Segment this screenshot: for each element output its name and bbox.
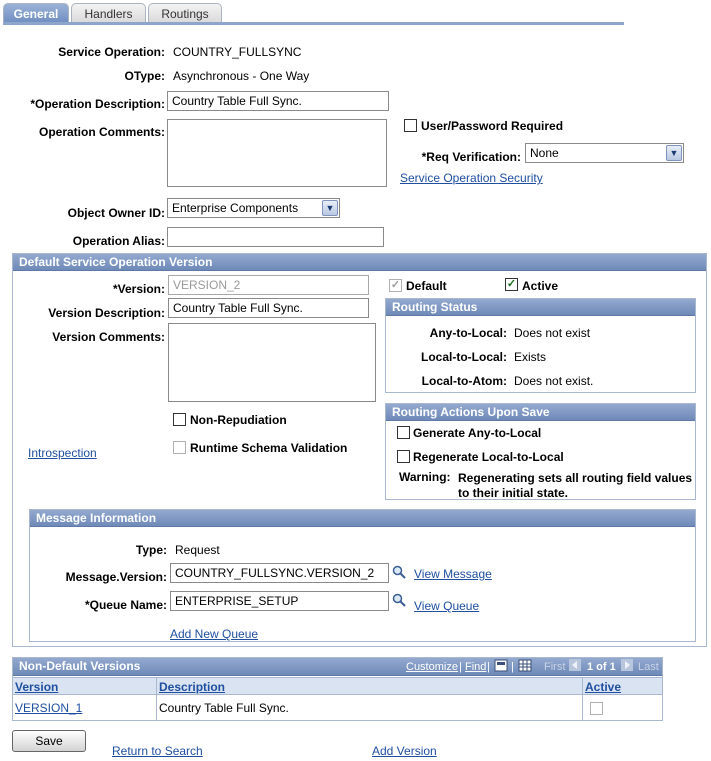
non-default-versions-title: Non-Default Versions xyxy=(19,659,141,673)
version-comments-textarea[interactable] xyxy=(168,323,376,402)
version-label: *Version: xyxy=(112,282,165,296)
queue-name-label: *Queue Name: xyxy=(84,598,167,612)
view-message-link[interactable]: View Message xyxy=(414,567,492,581)
req-verification-label: *Req Verification: xyxy=(421,150,521,164)
non-repudiation-label: Non-Repudiation xyxy=(190,413,287,427)
runtime-schema-validation-checkbox xyxy=(173,441,186,454)
last-label: Last xyxy=(638,661,659,673)
tab-handlers[interactable]: Handlers xyxy=(71,3,146,24)
warning-label: Warning: xyxy=(399,470,451,484)
service-operation-label: Service Operation: xyxy=(58,45,165,59)
column-header-description[interactable]: Description xyxy=(159,680,225,694)
object-owner-select[interactable]: Enterprise Components ▼ xyxy=(167,198,340,218)
active-label: Active xyxy=(522,279,559,293)
operation-comments-textarea[interactable] xyxy=(167,119,387,187)
chevron-down-icon: ▼ xyxy=(666,145,682,161)
otype-label: OType: xyxy=(124,69,165,83)
row-description: Country Table Full Sync. xyxy=(159,701,289,715)
pipe-separator: | xyxy=(459,661,462,673)
view-all-icon[interactable] xyxy=(494,659,508,672)
local-to-local-value: Exists xyxy=(514,350,547,364)
search-icon[interactable] xyxy=(392,593,406,607)
grid-divider xyxy=(156,677,157,720)
req-verification-select[interactable]: None ▼ xyxy=(525,143,684,163)
save-button[interactable]: Save xyxy=(12,730,86,752)
runtime-schema-validation-label: Runtime Schema Validation xyxy=(190,441,348,455)
otype-value: Asynchronous - One Way xyxy=(173,69,310,83)
row-version-link[interactable]: VERSION_1 xyxy=(15,701,82,715)
routing-actions-header: Routing Actions Upon Save xyxy=(386,404,695,421)
find-link[interactable]: Find xyxy=(465,661,486,673)
queue-name-input[interactable]: ENTERPRISE_SETUP xyxy=(170,591,389,611)
operation-alias-input[interactable] xyxy=(167,227,384,247)
previous-arrow-icon xyxy=(569,659,581,671)
type-value: Request xyxy=(175,543,220,557)
introspection-link[interactable]: Introspection xyxy=(28,446,97,460)
column-header-version[interactable]: Version xyxy=(15,680,58,694)
generate-any-to-local-checkbox[interactable] xyxy=(397,426,410,439)
version-comments-label: Version Comments: xyxy=(52,330,165,344)
chevron-down-icon: ▼ xyxy=(322,200,338,216)
warning-line2: to their initial state. xyxy=(458,486,569,500)
service-operation-value: COUNTRY_FULLSYNC xyxy=(173,45,302,59)
version-description-input[interactable]: Country Table Full Sync. xyxy=(168,298,369,318)
operation-alias-label: Operation Alias: xyxy=(72,234,165,248)
tab-routings[interactable]: Routings xyxy=(148,3,222,24)
service-operation-security-link[interactable]: Service Operation Security xyxy=(400,171,543,185)
type-label: Type: xyxy=(135,543,167,557)
first-label: First xyxy=(544,661,566,673)
view-queue-link[interactable]: View Queue xyxy=(414,599,479,613)
add-version-link[interactable]: Add Version xyxy=(372,744,437,758)
pipe-separator: | xyxy=(487,661,490,673)
grid-column-header-row xyxy=(13,677,662,695)
local-to-atom-value: Does not exist. xyxy=(514,374,594,388)
customize-link[interactable]: Customize xyxy=(406,661,458,673)
version-description-label: Version Description: xyxy=(48,306,165,320)
warning-line1: Regenerating sets all routing field valu… xyxy=(458,471,693,485)
object-owner-label: Object Owner ID: xyxy=(67,206,165,220)
row-active-checkbox xyxy=(590,702,603,715)
local-to-atom-label: Local-to-Atom: xyxy=(421,374,507,388)
tab-underline xyxy=(3,22,624,25)
generate-any-to-local-label: Generate Any-to-Local xyxy=(413,426,542,440)
download-grid-icon[interactable] xyxy=(518,659,532,672)
next-arrow-icon xyxy=(621,659,633,671)
operation-description-input[interactable]: Country Table Full Sync. xyxy=(167,91,389,111)
operation-comments-label: Operation Comments: xyxy=(38,125,165,139)
default-checkbox: ✓ xyxy=(389,279,402,292)
non-repudiation-checkbox[interactable] xyxy=(173,413,186,426)
column-header-active[interactable]: Active xyxy=(585,680,621,694)
user-password-required-checkbox[interactable] xyxy=(404,119,417,132)
message-version-input[interactable]: COUNTRY_FULLSYNC.VERSION_2 xyxy=(170,563,389,583)
user-password-required-label: User/Password Required xyxy=(421,119,564,133)
tab-general[interactable]: General xyxy=(3,3,69,24)
version-input: VERSION_2 xyxy=(168,275,369,295)
pager-text: 1 of 1 xyxy=(587,661,616,673)
regenerate-local-to-local-checkbox[interactable] xyxy=(397,450,410,463)
default-version-header: Default Service Operation Version xyxy=(13,254,706,271)
pipe-separator: | xyxy=(511,661,514,673)
operation-description-label: *Operation Description: xyxy=(30,97,165,111)
message-version-label: Message.Version: xyxy=(65,570,167,584)
message-information-header: Message Information xyxy=(30,510,695,527)
regenerate-local-to-local-label: Regenerate Local-to-Local xyxy=(413,450,564,464)
any-to-local-value: Does not exist xyxy=(514,326,591,340)
req-verification-value: None xyxy=(530,146,559,160)
any-to-local-label: Any-to-Local: xyxy=(429,326,507,340)
active-checkbox[interactable]: ✓ xyxy=(505,278,518,291)
add-new-queue-link[interactable]: Add New Queue xyxy=(170,627,258,641)
object-owner-value: Enterprise Components xyxy=(172,201,299,215)
default-label: Default xyxy=(406,279,447,293)
routing-status-header: Routing Status xyxy=(386,299,695,316)
return-to-search-link[interactable]: Return to Search xyxy=(112,744,203,758)
local-to-local-label: Local-to-Local: xyxy=(421,350,507,364)
search-icon[interactable] xyxy=(392,565,406,579)
grid-divider xyxy=(582,677,583,720)
